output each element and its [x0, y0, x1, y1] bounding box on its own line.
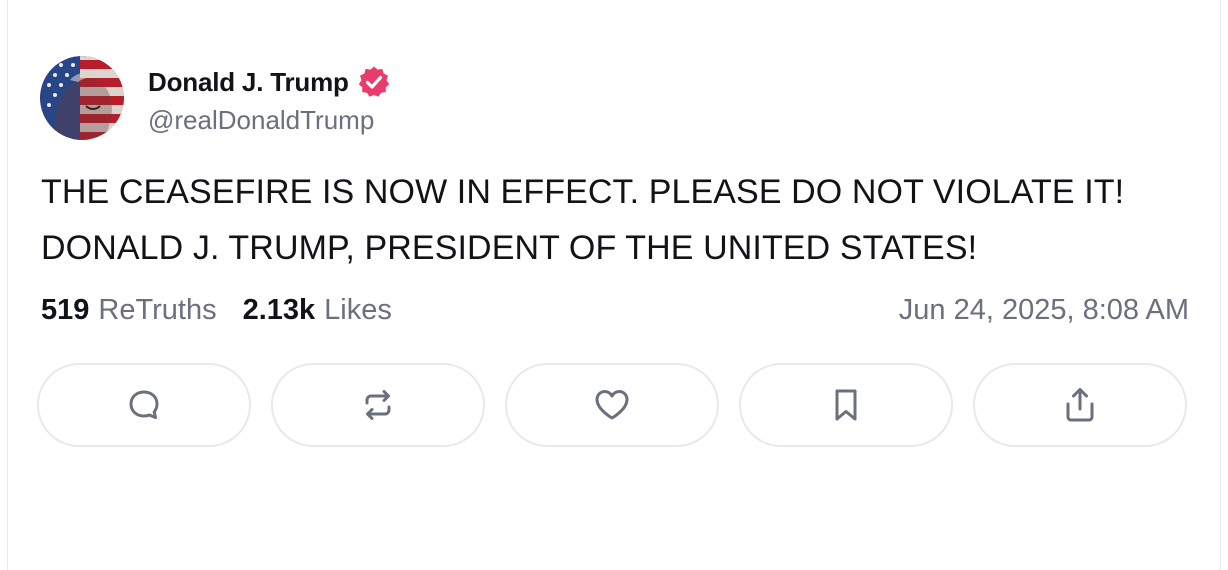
bookmark-icon — [835, 389, 857, 421]
retruth-button[interactable] — [271, 363, 485, 447]
author-identity: Donald J. Trump @realDonaldTrump — [148, 62, 391, 136]
retruths-label[interactable]: ReTruths — [98, 294, 216, 327]
post-text-line: THE CEASEFIRE IS NOW IN EFFECT. PLEASE D… — [41, 173, 1125, 211]
retruth-icon — [365, 390, 391, 420]
bookmark-button[interactable] — [739, 363, 953, 447]
post-timestamp[interactable]: Jun 24, 2025, 8:08 AM — [899, 294, 1189, 327]
post-stats: 519 ReTruths 2.13k Likes Jun 24, 2025, 8… — [41, 290, 1189, 330]
flag-portrait-avatar-icon — [40, 56, 124, 140]
likes-count[interactable]: 2.13k — [243, 294, 316, 327]
post-card: Donald J. Trump @realDonaldTrump THE CEA… — [7, 0, 1221, 570]
share-button[interactable] — [973, 363, 1187, 447]
author-name[interactable]: Donald J. Trump — [148, 67, 349, 98]
post-body: THE CEASEFIRE IS NOW IN EFFECT. PLEASE D… — [41, 164, 1201, 276]
retruths-count[interactable]: 519 — [41, 294, 89, 327]
avatar[interactable] — [40, 56, 124, 140]
action-bar — [37, 363, 1187, 447]
verified-badge-icon — [357, 65, 391, 99]
share-icon — [1066, 388, 1094, 422]
reply-button[interactable] — [37, 363, 251, 447]
name-row: Donald J. Trump — [148, 62, 391, 102]
like-button[interactable] — [505, 363, 719, 447]
post-text-line: DONALD J. TRUMP, PRESIDENT OF THE UNITED… — [41, 229, 978, 267]
like-icon — [595, 390, 629, 420]
reply-icon — [129, 390, 159, 419]
author-handle[interactable]: @realDonaldTrump — [148, 105, 391, 136]
likes-label[interactable]: Likes — [324, 294, 392, 327]
post-header: Donald J. Trump @realDonaldTrump — [40, 56, 391, 140]
